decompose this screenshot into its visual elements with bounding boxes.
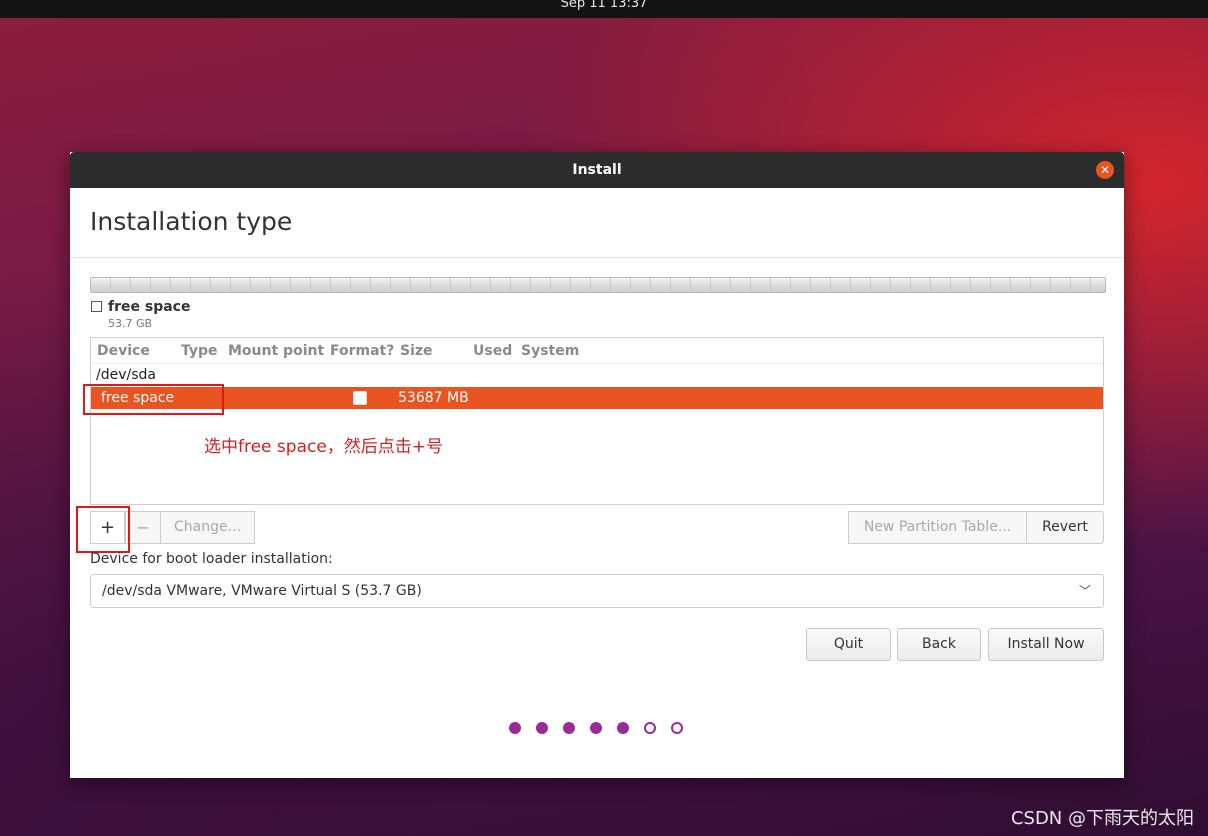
- close-icon[interactable]: ✕: [1096, 161, 1114, 179]
- chevron-down-icon: ﹀: [1078, 584, 1091, 598]
- column-header-system[interactable]: System: [521, 343, 579, 359]
- progress-dot-6: [644, 722, 656, 734]
- annotation-box-add-button: [76, 506, 130, 553]
- header-divider: [91, 363, 1103, 364]
- format-checkbox[interactable]: [353, 391, 367, 405]
- row-size-cell: 53687 MB: [398, 390, 469, 406]
- quit-button[interactable]: Quit: [806, 628, 891, 661]
- annotation-text: 选中free space，然后点击+号: [204, 437, 444, 457]
- header-divider: [70, 257, 1124, 258]
- remove-partition-button[interactable]: −: [125, 511, 161, 544]
- progress-dot-2: [536, 722, 548, 734]
- legend-label: free space: [108, 299, 191, 315]
- progress-dot-5: [617, 722, 629, 734]
- column-header-size[interactable]: Size: [400, 343, 433, 359]
- partition-table[interactable]: Device Type Mount point Format? Size Use…: [90, 337, 1104, 505]
- legend-size: 53.7 GB: [108, 317, 153, 330]
- table-row-device[interactable]: /dev/sda: [96, 367, 156, 383]
- installer-window: Install ✕ Installation type free space 5…: [70, 152, 1124, 778]
- install-now-button[interactable]: Install Now: [988, 628, 1104, 661]
- disk-usage-bar: [90, 277, 1106, 293]
- back-button[interactable]: Back: [897, 628, 981, 661]
- progress-dot-1: [509, 722, 521, 734]
- column-header-mount-point[interactable]: Mount point: [228, 343, 324, 359]
- change-partition-button[interactable]: Change...: [160, 511, 255, 544]
- boot-loader-select[interactable]: /dev/sda VMware, VMware Virtual S (53.7 …: [90, 574, 1104, 608]
- progress-dot-7: [671, 722, 683, 734]
- top-bar: Sep 11 13:37: [0, 0, 1208, 18]
- progress-dot-3: [563, 722, 575, 734]
- clock[interactable]: Sep 11 13:37: [561, 0, 648, 11]
- window-title: Install: [572, 162, 622, 178]
- progress-dot-4: [590, 722, 602, 734]
- table-row-free-space[interactable]: free space 53687 MB: [91, 387, 1103, 409]
- watermark: CSDN @下雨天的太阳: [1010, 808, 1194, 829]
- column-header-type[interactable]: Type: [181, 343, 218, 359]
- boot-loader-value: /dev/sda VMware, VMware Virtual S (53.7 …: [102, 583, 422, 599]
- boot-loader-label: Device for boot loader installation:: [90, 551, 333, 567]
- column-header-device[interactable]: Device: [97, 343, 150, 359]
- column-header-format[interactable]: Format?: [330, 343, 394, 359]
- annotation-box-free-space: [83, 384, 224, 415]
- column-header-used[interactable]: Used: [473, 343, 512, 359]
- title-bar: Install ✕: [70, 152, 1124, 188]
- revert-button[interactable]: Revert: [1026, 511, 1104, 544]
- legend-swatch: [91, 301, 102, 312]
- page-title: Installation type: [90, 207, 293, 236]
- new-partition-table-button[interactable]: New Partition Table...: [848, 511, 1027, 544]
